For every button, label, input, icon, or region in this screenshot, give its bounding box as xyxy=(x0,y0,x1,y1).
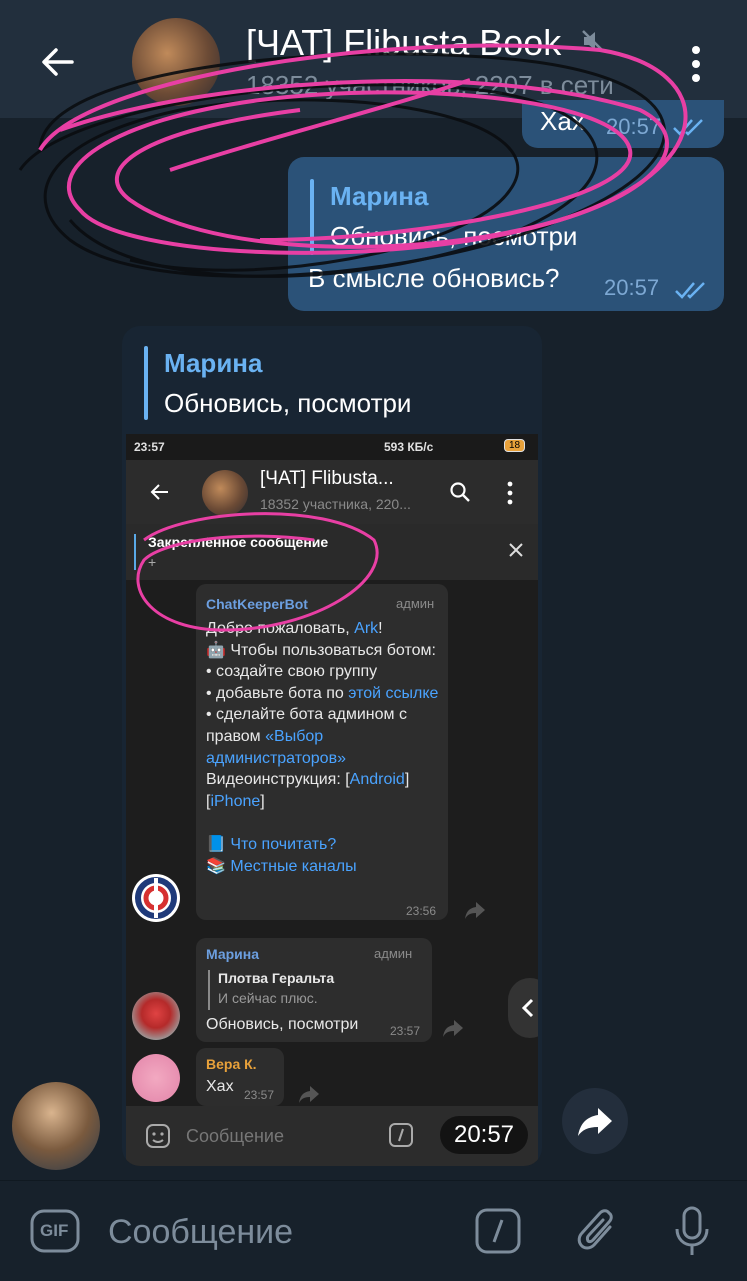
message-out[interactable]: Марина Обновись, посмотри В смысле обнов… xyxy=(288,157,724,311)
back-arrow-icon[interactable] xyxy=(36,40,80,84)
reply-text[interactable]: Обновись, посмотри xyxy=(330,221,577,252)
chat-title[interactable]: [ЧАТ] Flibusta Book xyxy=(246,22,561,64)
chat-subtitle: 18352 участников, 2207 в сети xyxy=(246,70,614,100)
gif-button[interactable]: GIF xyxy=(30,1209,80,1253)
search-icon xyxy=(450,482,470,502)
circle-annotation xyxy=(136,512,379,632)
reply-author[interactable]: Марина xyxy=(164,348,262,379)
attach-icon[interactable] xyxy=(576,1205,620,1257)
battery-level: 18 xyxy=(504,439,526,452)
emoji-sticker-icon xyxy=(146,1124,170,1148)
command-icon[interactable] xyxy=(474,1207,522,1255)
message-in-photo[interactable]: Марина Обновись, посмотри 23:57 593 КБ/с… xyxy=(122,326,542,1166)
message-time: 20:57 xyxy=(606,114,662,139)
quote-text: И сейчас плюс. xyxy=(218,990,318,1006)
message-time: 23:57 xyxy=(244,1088,275,1102)
forward-icon xyxy=(578,1108,612,1136)
message-composer: GIF Сообщение xyxy=(0,1180,747,1281)
reply-author[interactable]: Марина xyxy=(330,181,428,212)
message-text: В смысле обновись? xyxy=(308,263,560,293)
input-placeholder: Сообщение xyxy=(186,1126,284,1146)
chat-avatar[interactable] xyxy=(132,18,220,106)
mute-icon xyxy=(582,30,604,52)
read-ticks-icon xyxy=(675,282,705,299)
sender-avatar[interactable] xyxy=(12,1082,100,1170)
share-icon xyxy=(443,1020,463,1037)
gif-label: GIF xyxy=(40,1221,69,1240)
message-input[interactable]: Сообщение xyxy=(108,1213,293,1252)
read-ticks-icon xyxy=(673,119,703,136)
status-time: 23:57 xyxy=(134,440,165,454)
message-time: 23:56 xyxy=(406,904,437,918)
message-text: Хах xyxy=(206,1078,234,1095)
message-time: 23:57 xyxy=(390,1024,421,1038)
message-body: Добро пожаловать, Ark! 🤖 Чтобы пользоват… xyxy=(206,620,439,875)
share-icon xyxy=(465,902,485,919)
more-vertical-icon xyxy=(507,481,513,505)
sender-name: Вера К. xyxy=(206,1056,257,1072)
quote-author: Плотва Геральта xyxy=(218,970,335,986)
inner-chat-title: [ЧАТ] Flibusta... xyxy=(260,468,394,489)
status-bar: 23:57 593 КБ/с 18 xyxy=(126,434,538,460)
admin-badge: админ xyxy=(374,946,413,961)
more-vertical-icon[interactable] xyxy=(684,40,708,88)
share-icon xyxy=(299,1086,319,1103)
sender-name: Марина xyxy=(206,946,260,962)
admin-badge: админ xyxy=(396,596,435,611)
command-icon xyxy=(389,1123,413,1147)
avatar xyxy=(132,1054,180,1102)
quote-bar xyxy=(208,970,210,1010)
side-scroll-button xyxy=(508,978,538,1038)
status-speed: 593 КБ/с xyxy=(384,440,434,454)
forward-button[interactable] xyxy=(562,1088,628,1154)
avatar xyxy=(132,874,180,922)
message-text: Обновись, посмотри xyxy=(206,1016,359,1033)
message-time: 20:57 xyxy=(604,275,660,300)
media-time-badge: 20:57 xyxy=(440,1116,528,1154)
message-out[interactable]: Хах 20:57 xyxy=(522,100,724,148)
inner-message: Вера К. Хах 23:57 xyxy=(196,1048,284,1106)
reply-bar xyxy=(144,346,148,420)
close-icon xyxy=(509,543,523,557)
inner-message: Марина админ Плотва Геральта И сейчас пл… xyxy=(196,938,432,1042)
reply-bar xyxy=(310,179,314,255)
reply-text[interactable]: Обновись, посмотри xyxy=(164,388,411,419)
mic-icon[interactable] xyxy=(672,1205,712,1259)
message-text: Хах xyxy=(540,106,585,136)
avatar xyxy=(132,992,180,1040)
